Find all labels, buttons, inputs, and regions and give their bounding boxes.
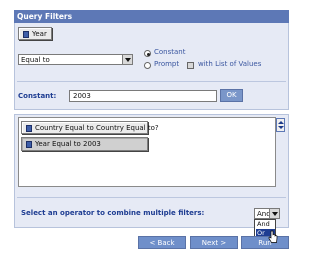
filter-icon <box>26 124 32 132</box>
constant-value-input[interactable]: 2003 <box>69 90 217 102</box>
constant-radio[interactable] <box>144 50 151 57</box>
filter-item-label: Year Equal to 2003 <box>35 140 101 148</box>
filter-icon <box>26 140 32 148</box>
dimension-field-icon <box>23 30 29 38</box>
chevron-down-icon[interactable] <box>122 55 132 64</box>
run-button[interactable]: Run <box>241 236 289 249</box>
list-of-values-checkbox[interactable] <box>187 62 194 69</box>
combine-operator-label: Select an operator to combine multiple f… <box>21 209 205 217</box>
field-button-year[interactable]: Year <box>18 27 52 40</box>
panel-title: Query Filters <box>14 10 289 23</box>
constant-radio-label: Constant <box>154 48 186 56</box>
field-button-label: Year <box>32 30 47 38</box>
divider <box>17 81 286 82</box>
chevron-down-icon[interactable] <box>269 209 279 218</box>
constant-field-label: Constant: <box>18 92 57 100</box>
prompt-radio[interactable] <box>144 62 151 69</box>
list-of-values-label: with List of Values <box>198 60 262 68</box>
operator-select-value: Equal to <box>21 56 50 64</box>
dropdown-option-and[interactable]: And <box>256 220 275 228</box>
hand-cursor-icon <box>268 230 278 243</box>
operator-select[interactable]: Equal to <box>18 54 133 65</box>
ok-button[interactable]: OK <box>220 89 243 102</box>
back-button[interactable]: < Back <box>138 236 186 249</box>
next-button[interactable]: Next > <box>190 236 238 249</box>
scroll-arrows-icon[interactable] <box>276 118 285 132</box>
filter-item-label: Country Equal to Country Equal to? <box>35 124 159 132</box>
combine-operator-select[interactable]: And <box>254 208 280 219</box>
prompt-radio-label: Prompt <box>154 60 180 68</box>
filter-item-selected[interactable]: Year Equal to 2003 <box>21 137 148 151</box>
divider <box>17 197 286 198</box>
filter-item[interactable]: Country Equal to Country Equal to? <box>21 121 159 134</box>
